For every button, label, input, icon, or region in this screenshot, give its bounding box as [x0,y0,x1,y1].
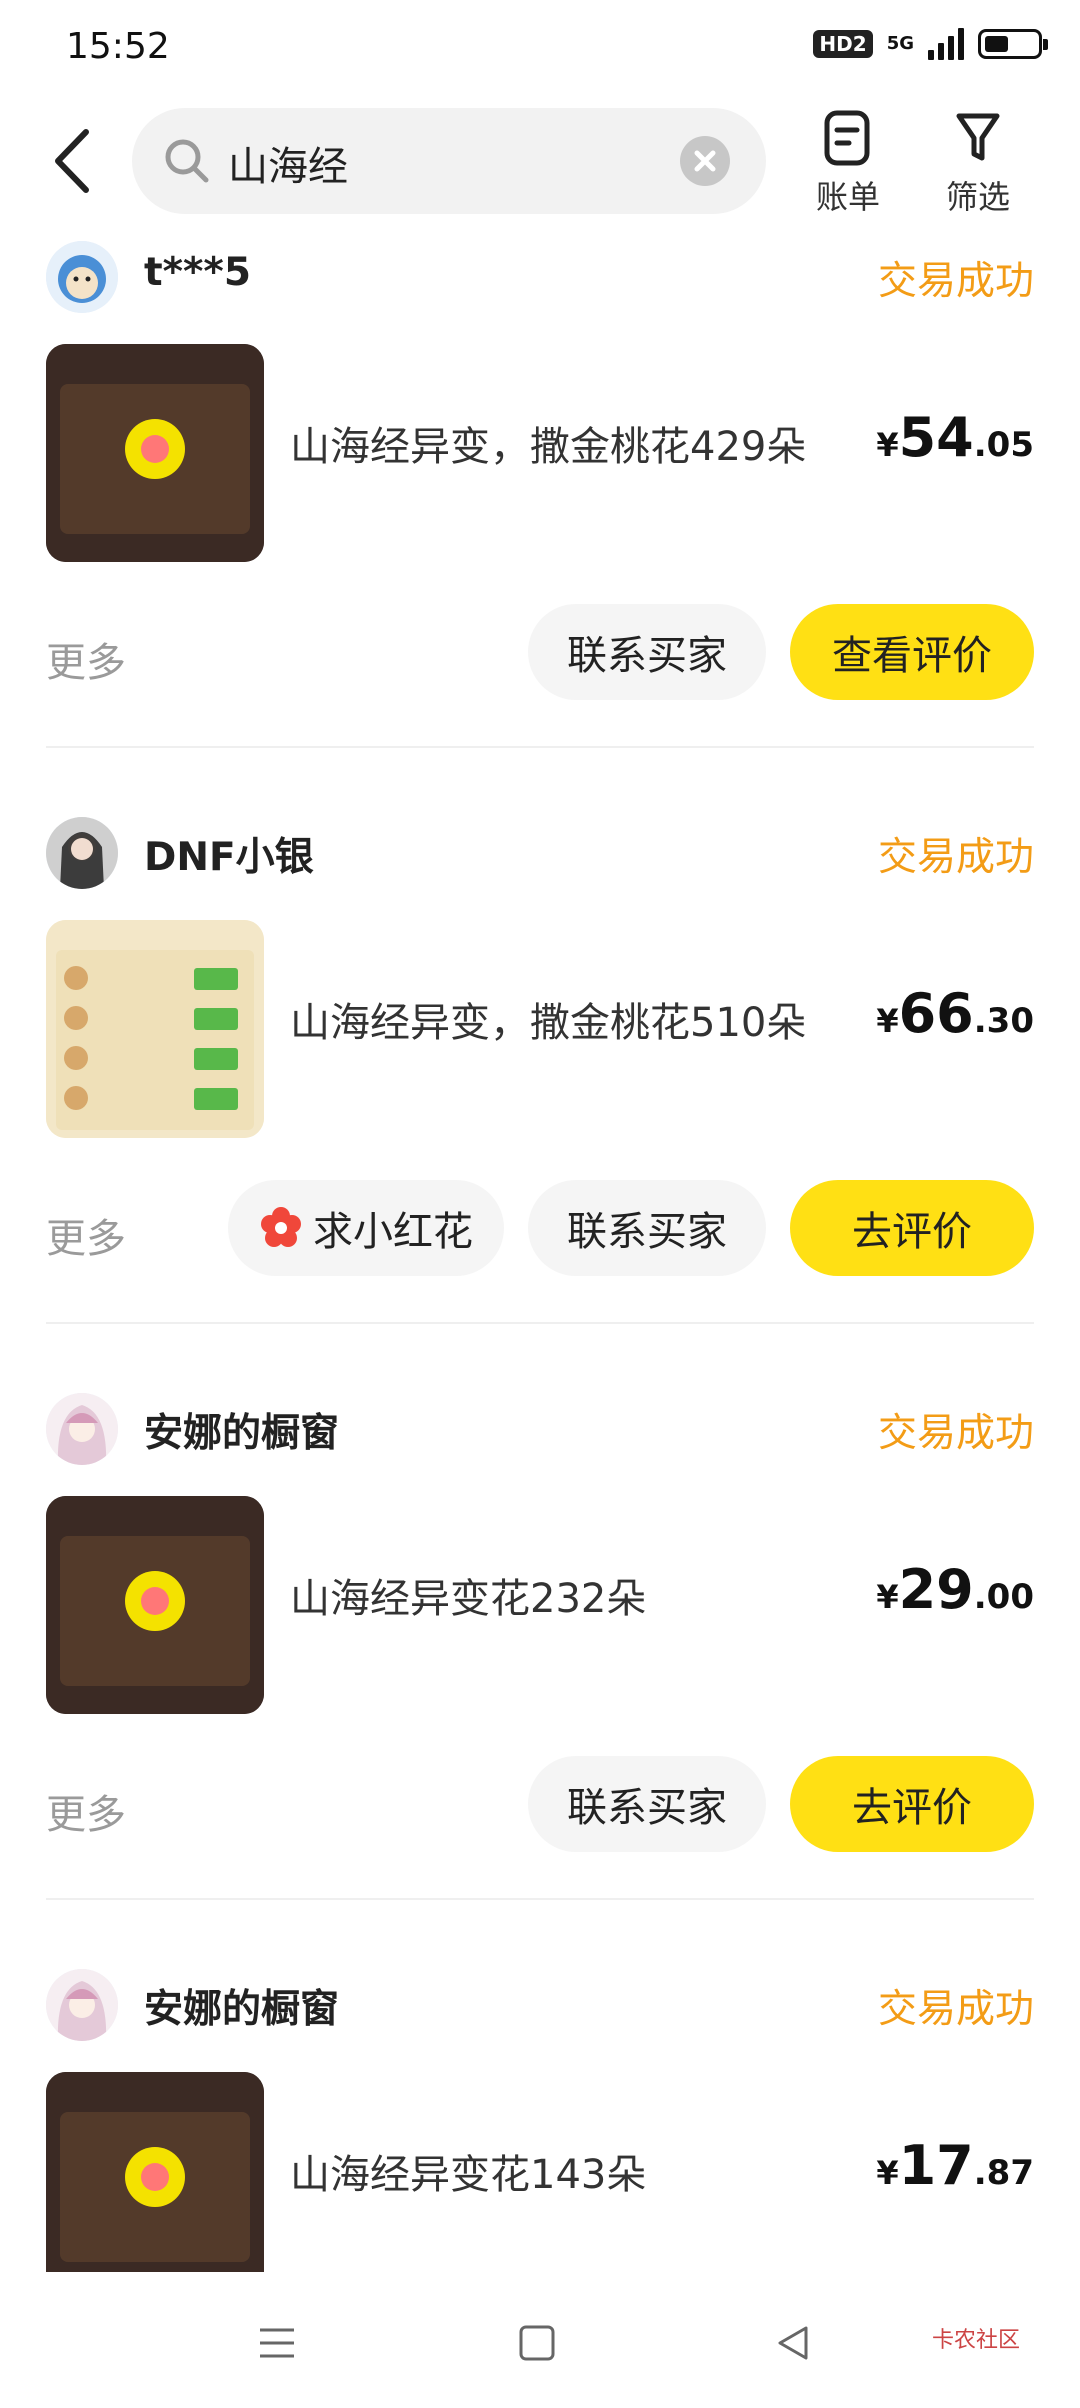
status-time: 15:52 [66,26,170,67]
battery-icon [978,29,1048,59]
product-thumbnail[interactable] [46,2072,264,2272]
search-input[interactable]: 山海经 [228,134,348,192]
price-integer: 54 [898,406,974,469]
order-actions: 更多 求小红花 联系买家 去评价 [46,1180,1034,1280]
status-icons: HD2 5G [813,28,1048,60]
filter-icon [956,113,1000,161]
price-currency: ¥ [876,1578,899,1616]
order-header: 安娜的橱窗 交易成功 [46,1388,1034,1472]
view-review-button[interactable]: 查看评价 [790,604,1034,700]
more-link[interactable]: 更多 [46,1782,126,1840]
order-status: 交易成功 [877,259,1034,304]
system-nav-bar [0,2290,1080,2408]
order-status: 交易成功 [877,1987,1034,2032]
order-price: ¥17.87 [876,2134,1034,2197]
price-integer: 29 [898,1558,974,1621]
order-price: ¥29.00 [876,1558,1034,1621]
price-decimal: .30 [973,1001,1034,1041]
avatar[interactable] [46,1393,118,1465]
ask-flower-button[interactable]: 求小红花 [228,1180,504,1276]
order-status: 交易成功 [877,1411,1034,1456]
product-thumbnail[interactable] [46,1496,264,1714]
watermark: 卡农社区 [931,2328,1020,2353]
price-integer: 17 [898,2134,974,2197]
review-button[interactable]: 去评价 [790,1756,1034,1852]
network-label: 5G [886,33,914,54]
product-title: 山海经异变花232朵 [290,1576,647,1622]
search-bar[interactable]: 山海经 [132,108,766,214]
bill-button[interactable]: 账单 [803,110,893,218]
menu-icon[interactable] [254,2320,300,2366]
price-currency: ¥ [876,426,899,464]
order-header: DNF小银 交易成功 [46,812,1034,896]
back-arrow-icon[interactable] [46,126,106,196]
order-actions: 更多 联系买家 查看评价 [46,604,1034,704]
seller-name: DNF小银 [144,835,314,880]
price-currency: ¥ [876,1002,899,1040]
more-link[interactable]: 更多 [46,1206,126,1264]
review-button[interactable]: 去评价 [790,1180,1034,1276]
hd-icon: HD2 [813,30,873,58]
contact-buyer-button[interactable]: 联系买家 [528,1180,766,1276]
contact-buyer-button[interactable]: 联系买家 [528,1756,766,1852]
order-header: 安娜的橱窗 交易成功 [46,1964,1034,2048]
status-bar: 15:52 HD2 5G [0,0,1080,96]
home-icon[interactable] [514,2320,560,2366]
bill-label: 账单 [815,178,880,216]
bill-icon [824,110,870,166]
order-actions: 更多 联系买家 去评价 [46,1756,1034,1856]
clear-search-icon[interactable] [680,136,730,186]
order-status: 交易成功 [877,835,1034,880]
price-decimal: .05 [973,425,1034,465]
price-currency: ¥ [876,2154,899,2192]
search-icon [165,139,209,183]
divider [46,1322,1034,1324]
signal-icon [928,28,964,60]
seller-name: 安娜的橱窗 [144,1987,340,2032]
flower-icon [261,1207,301,1247]
product-thumbnail[interactable] [46,920,264,1138]
price-decimal: .00 [973,1577,1034,1617]
product-title: 山海经异变，撒金桃花429朵 [290,424,807,470]
order-price: ¥54.05 [876,406,1034,469]
filter-button[interactable]: 筛选 [933,110,1023,218]
more-link[interactable]: 更多 [46,630,126,688]
divider [46,746,1034,748]
avatar[interactable] [46,241,118,313]
contact-buyer-button[interactable]: 联系买家 [528,604,766,700]
seller-name: 安娜的橱窗 [144,1411,340,1456]
product-title: 山海经异变花143朵 [290,2152,647,2198]
avatar[interactable] [46,817,118,889]
price-decimal: .87 [973,2153,1034,2193]
order-header: t***5 交易成功 [46,236,1034,320]
search-header: 山海经 账单 筛选 [0,96,1080,236]
product-thumbnail[interactable] [46,344,264,562]
divider [46,1898,1034,1900]
avatar[interactable] [46,1969,118,2041]
filter-label: 筛选 [945,178,1010,216]
back-triangle-icon[interactable] [770,2320,816,2366]
ask-flower-label: 求小红花 [313,1209,473,1255]
order-price: ¥66.30 [876,982,1034,1045]
product-title: 山海经异变，撒金桃花510朵 [290,1000,807,1046]
price-integer: 66 [898,982,974,1045]
seller-name: t***5 [144,250,251,295]
